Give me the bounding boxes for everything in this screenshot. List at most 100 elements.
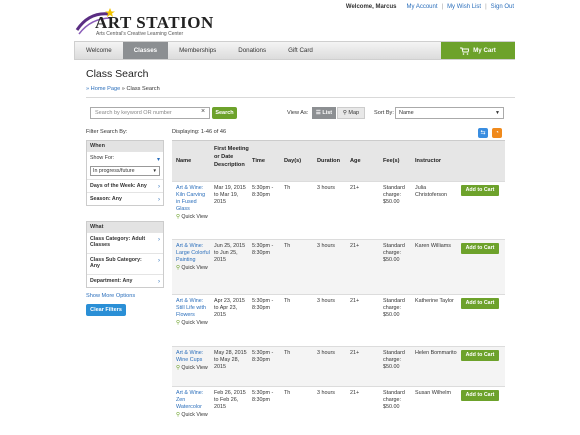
instructor-cell: Susan Wilhelm <box>415 390 451 396</box>
quick-view-label: Quick View <box>181 265 208 271</box>
instructor-cell: Julia Christoferson <box>415 185 448 198</box>
season-filter[interactable]: Season: Any › <box>87 192 163 205</box>
header-duration[interactable]: Duration <box>317 157 340 165</box>
header-time[interactable]: Time <box>252 157 265 165</box>
fee-cell: Standard charge: $50.00 <box>383 298 405 318</box>
category-filter[interactable]: Class Category: Adult Classes › <box>87 232 163 253</box>
list-icon: ☰ <box>315 110 321 116</box>
fee-cell: Standard charge: $50.00 <box>383 243 405 263</box>
age-cell: 21+ <box>350 243 360 249</box>
instructor-cell: Karen Williams <box>415 243 451 249</box>
first-meeting-cell: Mar 19, 2015 to Mar 19, 2015 <box>214 185 246 205</box>
tab-memberships[interactable]: Memberships <box>168 42 227 59</box>
header-name[interactable]: Name <box>176 157 191 165</box>
tab-donations[interactable]: Donations <box>227 42 277 59</box>
filter-heading: Filter Search By: <box>86 129 128 135</box>
sort-value: Name <box>399 110 414 116</box>
days-label: Days of the Week: Any <box>90 183 147 189</box>
add-to-cart-button[interactable]: Add to Cart <box>461 298 499 309</box>
logo-subtitle: Arts Central's Creative Learning Center <box>96 31 184 37</box>
breadcrumb-current: » Class Search <box>121 86 160 92</box>
instructor-cell: Katherine Taylor <box>415 298 454 304</box>
subcategory-label: Class Sub Category: Any <box>90 257 142 269</box>
breadcrumb: » Home Page » Class Search <box>86 86 160 92</box>
header-days[interactable]: Day(s) <box>284 157 301 165</box>
quick-view-link[interactable]: ⚲ Quick View <box>176 365 208 372</box>
subcategory-filter[interactable]: Class Sub Category: Any › <box>87 253 163 274</box>
time-cell: 5:30pm - 8:30pm <box>252 298 274 311</box>
class-name-link[interactable]: Art & Wine: Wine Cups <box>176 350 210 364</box>
share-icon[interactable]: ⇆ <box>478 128 488 138</box>
quick-view-label: Quick View <box>181 412 208 418</box>
my-cart-button[interactable]: My Cart <box>441 42 515 59</box>
age-cell: 21+ <box>350 185 360 191</box>
class-name-link[interactable]: Art & Wine: Still Life with Flowers <box>176 298 210 319</box>
show-more-options-link[interactable]: Show More Options <box>86 293 135 299</box>
first-meeting-cell: May 28, 2015 to May 28, 2015 <box>214 350 247 370</box>
clear-filters-button[interactable]: Clear Filters <box>86 304 126 316</box>
instructor-cell: Helen Bommarito <box>415 350 457 356</box>
breadcrumb-home-link[interactable]: » Home Page <box>86 86 120 92</box>
map-pin-icon: ⚲ <box>342 110 347 116</box>
what-heading: What <box>87 222 163 232</box>
tab-gift-card[interactable]: Gift Card <box>277 42 324 59</box>
quick-view-link[interactable]: ⚲ Quick View <box>176 320 208 327</box>
chevron-right-icon: › <box>158 184 160 190</box>
cart-icon <box>460 47 470 55</box>
quick-view-link[interactable]: ⚲ Quick View <box>176 412 208 419</box>
quick-view-link[interactable]: ⚲ Quick View <box>176 265 208 272</box>
tab-welcome[interactable]: Welcome <box>75 42 123 59</box>
view-map-button[interactable]: ⚲ Map <box>337 107 365 119</box>
table-row: Art & Wine: Wine Cups May 28, 2015 to May… <box>172 346 505 386</box>
header-fees[interactable]: Fee(s) <box>383 157 399 165</box>
tab-classes[interactable]: Classes <box>122 42 169 59</box>
quick-view-label: Quick View <box>181 214 208 220</box>
sign-out-link[interactable]: Sign Out <box>491 4 514 10</box>
add-to-cart-button[interactable]: Add to Cart <box>461 243 499 254</box>
clear-search-icon[interactable]: × <box>201 108 205 115</box>
add-to-cart-button[interactable]: Add to Cart <box>461 390 499 401</box>
days-cell: Th <box>284 243 291 249</box>
show-for-filter[interactable]: Show For: ▾ <box>87 151 163 164</box>
fee-cell: Standard charge: $50.00 <box>383 390 405 410</box>
table-header: Name First Meeting or Date Description T… <box>172 140 505 181</box>
header-age[interactable]: Age <box>350 157 361 165</box>
class-name-link[interactable]: Art & Wine: Zen Watercolor <box>176 390 210 411</box>
add-to-cart-button[interactable]: Add to Cart <box>461 185 499 196</box>
department-filter[interactable]: Department: Any › <box>87 274 163 287</box>
days-filter[interactable]: Days of the Week: Any › <box>87 179 163 192</box>
duration-cell: 3 hours <box>317 390 335 396</box>
duration-cell: 3 hours <box>317 185 335 191</box>
search-button[interactable]: Search <box>212 107 237 119</box>
welcome-text: Welcome, Marcus <box>345 4 397 10</box>
class-name-link[interactable]: Art & Wine: Kiln Carving in Fused Glass <box>176 185 210 213</box>
logo-title: ART STATION <box>95 13 214 32</box>
search-input[interactable]: Search by keyword OR number <box>90 107 210 119</box>
add-to-cart-button[interactable]: Add to Cart <box>461 350 499 361</box>
what-panel: What Class Category: Adult Classes › Cla… <box>86 221 164 288</box>
sort-select[interactable]: Name ▼ <box>395 107 504 119</box>
status-select[interactable]: In progress/future ▼ <box>90 166 160 176</box>
quick-view-label: Quick View <box>181 320 208 326</box>
chevron-down-icon: ▼ <box>495 110 500 116</box>
chevron-right-icon: › <box>158 237 160 243</box>
quick-view-link[interactable]: ⚲ Quick View <box>176 214 208 221</box>
page-title: Class Search <box>86 68 149 80</box>
my-account-link[interactable]: My Account <box>406 4 437 10</box>
fee-cell: Standard charge: $50.00 <box>383 185 405 205</box>
time-cell: 5:30pm - 8:30pm <box>252 243 274 256</box>
status-value: In progress/future <box>93 168 135 174</box>
table-row: Art & Wine: Zen Watercolor Feb 26, 2015 t… <box>172 386 505 430</box>
my-wish-list-link[interactable]: My Wish List <box>447 4 481 10</box>
header-first-meeting[interactable]: First Meeting or Date Description <box>214 145 252 169</box>
class-name-link[interactable]: Art & Wine: Large Colorful Painting <box>176 243 210 264</box>
age-cell: 21+ <box>350 350 360 356</box>
top-navigation: Welcome, Marcus My Account | My Wish Lis… <box>346 4 514 10</box>
view-as-label: View As: <box>287 110 309 116</box>
header-instructor[interactable]: Instructor <box>415 157 441 165</box>
chevron-down-icon: ▾ <box>156 157 160 163</box>
rss-icon[interactable]: ◔ <box>492 128 502 138</box>
days-cell: Th <box>284 350 291 356</box>
chevron-right-icon: › <box>158 279 160 285</box>
view-list-button[interactable]: ☰ List <box>312 107 336 119</box>
